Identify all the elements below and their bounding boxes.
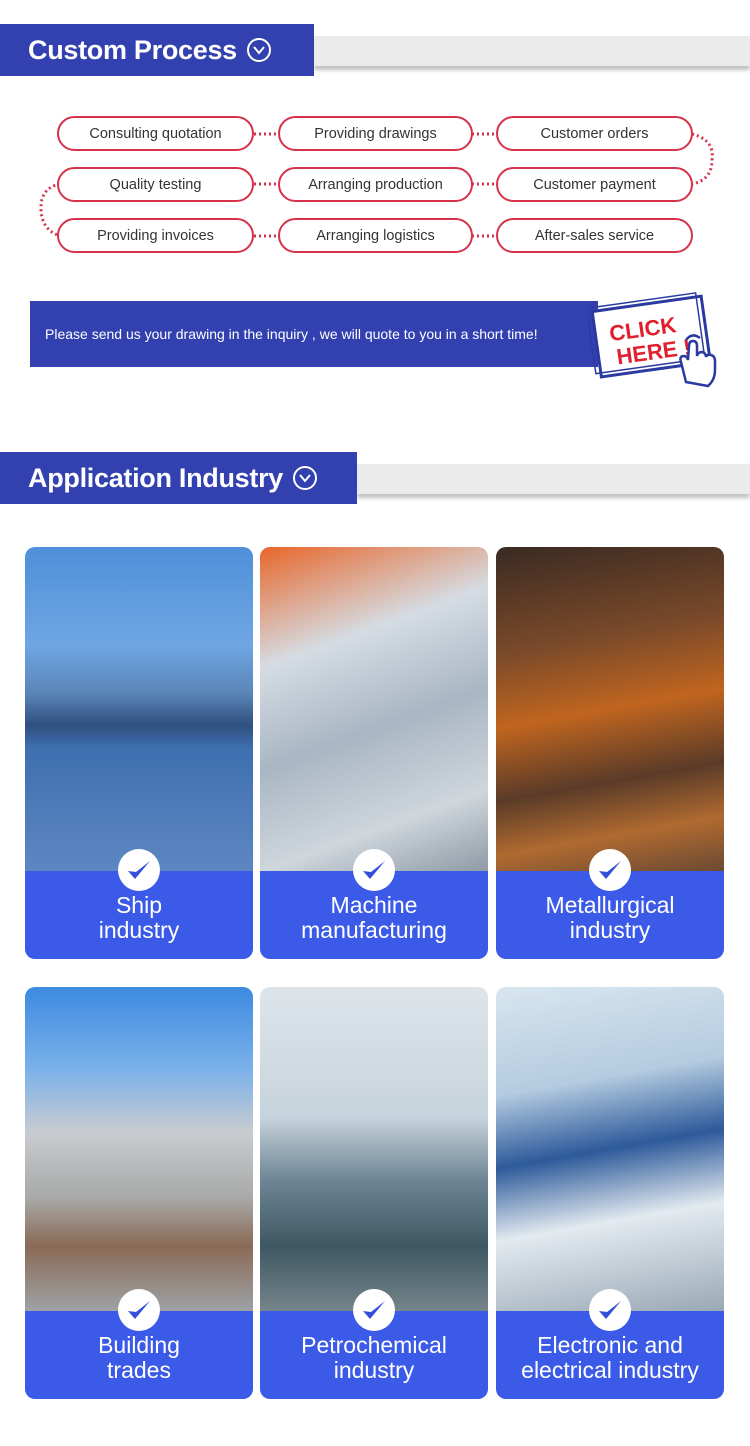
card-label-line1: Petrochemical <box>301 1332 447 1358</box>
click-here-button[interactable]: CLICK HERE ! <box>585 290 723 390</box>
check-icon <box>353 1289 395 1331</box>
card-label: Machine manufacturing <box>260 893 488 943</box>
industry-card-petrochemical[interactable]: Petrochemical industry <box>260 987 488 1399</box>
step-label: Customer orders <box>540 125 649 142</box>
card-label-line1: Machine <box>330 892 418 918</box>
process-step: Quality testing <box>57 167 254 202</box>
card-label: Ship industry <box>25 893 253 943</box>
check-icon <box>118 1289 160 1331</box>
chevron-down-circle-icon <box>293 466 318 490</box>
industry-card-electronic[interactable]: Electronic and electrical industry <box>496 987 724 1399</box>
process-step: Providing drawings <box>278 116 473 151</box>
robot-assembly-photo <box>260 547 488 871</box>
process-step: Customer payment <box>496 167 693 202</box>
steel-mill-photo <box>496 547 724 871</box>
card-label-line1: Metallurgical <box>545 892 675 918</box>
card-label-line2: manufacturing <box>301 917 447 943</box>
process-step: Consulting quotation <box>57 116 254 151</box>
application-industry-header: Application Industry <box>0 452 750 504</box>
process-flow: Consulting quotation Providing drawings … <box>0 100 750 270</box>
ship-port-photo <box>25 547 253 871</box>
check-icon <box>589 1289 631 1331</box>
section-title-box: Application Industry <box>0 452 357 504</box>
custom-process-header: Custom Process <box>0 24 750 76</box>
card-label: Electronic and electrical industry <box>496 1333 724 1383</box>
section-title: Application Industry <box>28 462 284 493</box>
industry-card-ship[interactable]: Ship industry <box>25 547 253 959</box>
card-label-line1: Ship <box>115 892 163 918</box>
industry-card-building[interactable]: Building trades <box>25 987 253 1399</box>
industry-card-metallurgical[interactable]: Metallurgical industry <box>496 547 724 959</box>
section-title: Custom Process <box>28 34 237 65</box>
header-divider-bar <box>314 36 750 66</box>
step-label: Arranging production <box>308 176 443 193</box>
card-label: Metallurgical industry <box>496 893 724 943</box>
step-label: Providing invoices <box>97 227 214 244</box>
step-label: Arranging logistics <box>316 227 435 244</box>
industry-card-machine[interactable]: Machine manufacturing <box>260 547 488 959</box>
check-icon <box>118 849 160 891</box>
step-label: Providing drawings <box>314 125 437 142</box>
process-step: After-sales service <box>496 218 693 253</box>
electronics-lab-photo <box>496 987 724 1311</box>
card-label-line2: trades <box>107 1357 171 1383</box>
inquiry-banner[interactable]: Please send us your drawing in the inqui… <box>30 301 598 367</box>
check-icon <box>589 849 631 891</box>
step-label: Quality testing <box>109 176 202 193</box>
step-label: Consulting quotation <box>89 125 222 142</box>
refinery-photo <box>260 987 488 1311</box>
card-label: Petrochemical industry <box>260 1333 488 1383</box>
process-step: Arranging logistics <box>278 218 473 253</box>
chevron-down-circle-icon <box>246 38 271 62</box>
header-divider-bar <box>357 464 750 494</box>
construction-site-photo <box>25 987 253 1311</box>
card-label-line2: industry <box>98 917 180 943</box>
section-title-box: Custom Process <box>0 24 314 76</box>
card-label-line1: Electronic and <box>537 1332 683 1358</box>
card-label-line2: electrical industry <box>521 1357 699 1383</box>
card-label-line2: industry <box>333 1357 415 1383</box>
step-label: Customer payment <box>533 176 656 193</box>
banner-text: Please send us your drawing in the inqui… <box>45 326 538 342</box>
process-step: Arranging production <box>278 167 473 202</box>
card-label-line1: Building <box>98 1332 180 1358</box>
process-step: Customer orders <box>496 116 693 151</box>
card-label-line2: industry <box>569 917 651 943</box>
card-label: Building trades <box>25 1333 253 1383</box>
check-icon <box>353 849 395 891</box>
step-label: After-sales service <box>534 227 655 244</box>
process-step: Providing invoices <box>57 218 254 253</box>
